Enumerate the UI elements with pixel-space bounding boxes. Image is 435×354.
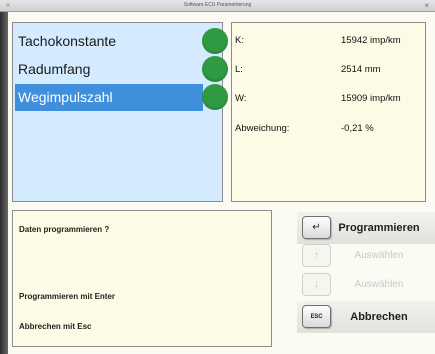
value-key: L: bbox=[235, 64, 243, 75]
value-row-k: K: 15942 imp/km bbox=[235, 35, 423, 49]
select-down-label: Auswählen bbox=[354, 279, 404, 290]
select-up-button[interactable]: ↑ Auswählen bbox=[302, 244, 427, 267]
status-ok-icon bbox=[202, 56, 228, 82]
enter-key-icon: ↵ bbox=[302, 216, 331, 239]
esc-hint: Abbrechen mit Esc bbox=[19, 322, 92, 331]
window-edge bbox=[0, 12, 8, 354]
window-title: Software ECU Parametrierung bbox=[183, 2, 252, 8]
value-row-w: W: 15909 imp/km bbox=[235, 93, 423, 107]
status-ok-icon bbox=[202, 84, 228, 110]
esc-key-icon: ESC bbox=[302, 305, 331, 328]
close-icon[interactable]: × bbox=[424, 1, 429, 10]
cancel-button[interactable]: ESC Abbrechen bbox=[302, 305, 427, 328]
value-text: -0,21 % bbox=[341, 123, 374, 134]
status-ok-icon bbox=[202, 28, 228, 54]
prompt-panel: Daten programmieren ? Programmieren mit … bbox=[12, 210, 272, 347]
program-button[interactable]: ↵ Programmieren bbox=[302, 216, 427, 239]
enter-hint: Programmieren mit Enter bbox=[19, 292, 116, 301]
prompt-question: Daten programmieren ? bbox=[19, 225, 110, 234]
parameter-list: Tachokonstante Radumfang Wegimpulszahl bbox=[12, 22, 228, 202]
value-key: K: bbox=[235, 35, 244, 46]
value-row-abweichung: Abweichung: -0,21 % bbox=[235, 123, 423, 137]
list-item-wegimpulszahl[interactable]: Wegimpulszahl bbox=[15, 84, 203, 111]
title-bar: « Software ECU Parametrierung × bbox=[0, 0, 435, 12]
value-key: Abweichung: bbox=[235, 123, 290, 134]
list-item-tachokonstante[interactable]: Tachokonstante bbox=[15, 28, 203, 55]
value-row-l: L: 2514 mm bbox=[235, 64, 423, 78]
select-down-button[interactable]: ↓ Auswählen bbox=[302, 273, 427, 296]
cancel-button-label: Abbrechen bbox=[350, 310, 408, 323]
select-up-label: Auswählen bbox=[354, 250, 404, 261]
value-key: W: bbox=[235, 93, 247, 104]
value-text: 15942 imp/km bbox=[341, 35, 401, 46]
list-item-radumfang[interactable]: Radumfang bbox=[15, 56, 203, 83]
value-text: 15909 imp/km bbox=[341, 93, 401, 104]
program-button-label: Programmieren bbox=[338, 221, 420, 234]
value-text: 2514 mm bbox=[341, 64, 381, 75]
values-panel: K: 15942 imp/km L: 2514 mm W: 15909 imp/… bbox=[231, 22, 426, 202]
arrow-down-icon: ↓ bbox=[302, 273, 331, 296]
arrow-up-icon: ↑ bbox=[302, 244, 331, 267]
